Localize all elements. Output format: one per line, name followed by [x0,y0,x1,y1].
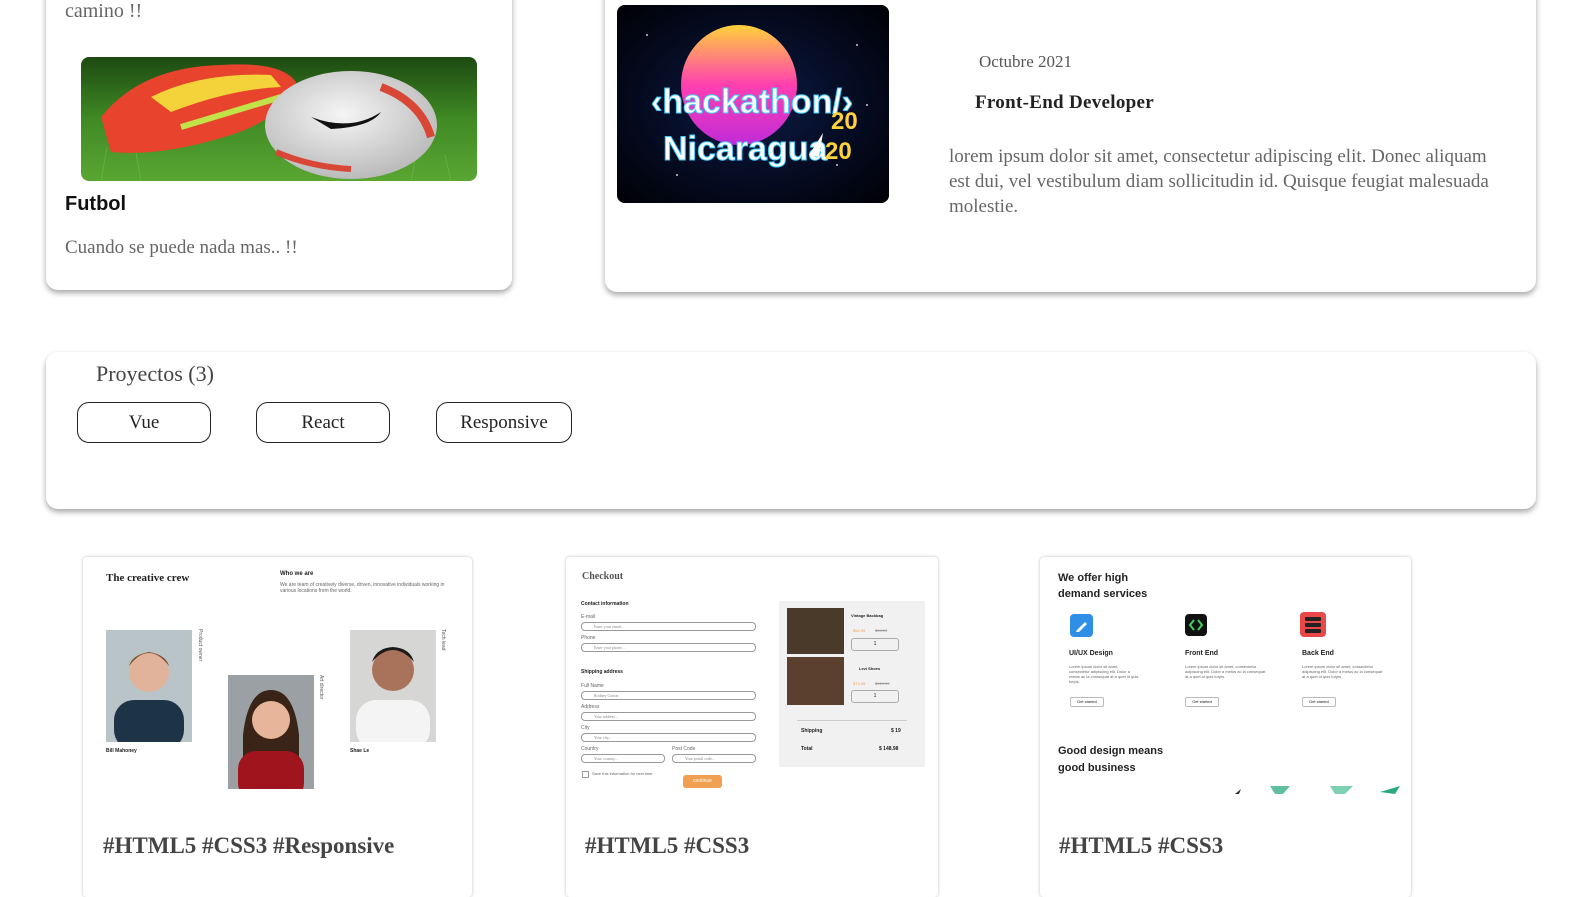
experience-date: Octubre 2021 [979,52,1073,71]
experience-description: lorem ipsum dolor sit amet, consectetur … [949,146,1489,217]
filter-react-button[interactable]: React [256,402,390,443]
country-label: Country [581,746,599,752]
pencil-icon [1070,614,1093,637]
contact-label: Contact information [581,601,629,607]
item-2-qty[interactable]: 1 [851,690,899,703]
crew-photo-1 [106,630,192,742]
service-3-text: Lorem ipsum dolor sit amet, consectetur … [1302,664,1383,679]
backbag-image [787,608,844,654]
experience-card: ‹hackathon/› Nicaragua 20 20 Octubre 202… [605,0,1536,292]
service-1-name: UI/UX Design [1069,650,1113,657]
item-2-price: $74.99 [853,681,866,686]
football-image [81,57,477,181]
checkout-heading: Checkout [582,571,624,582]
crew-photo-3 [350,630,436,742]
project-tags: #HTML5 #CSS3 [585,833,750,858]
services-footer-line2: good business [1058,762,1136,774]
crew-heading: The creative crew [106,572,190,584]
crew-role-1: Product owner [197,629,203,662]
crew-photo-2 [228,675,314,789]
crew-subheading: Who we are [280,571,314,577]
filter-responsive-button[interactable]: Responsive [436,402,572,443]
crew-name-3: Shae Le [350,748,370,754]
continue-button[interactable]: continue [683,775,722,788]
crew-name-1: Bill Mahoney [106,748,137,754]
item-2-old-price: $124.99 [875,681,890,686]
shipping-text: Shipping [801,728,823,734]
summary-divider [797,720,907,721]
project-tags: #HTML5 #CSS3 #Responsive [103,833,395,858]
hackathon-year-top: 20 [831,108,858,135]
postcode-field[interactable]: Your postal code... [672,754,756,763]
hobby-previous-text: camino !! [65,0,143,22]
service-3-button[interactable]: Get started [1302,697,1336,707]
crew-role-2: Art director [318,675,324,700]
service-1-button[interactable]: Get started [1070,697,1104,707]
services-heading-line2: demand services [1058,588,1148,600]
hackathon-image: ‹hackathon/› Nicaragua 20 20 [617,5,889,203]
cart-summary: Vintage Backbag $54.99 $94.99 1 Levi Sho… [779,601,925,767]
hobby-description: Cuando se puede nada mas.. !! [65,237,298,258]
address-label: Address [581,704,600,710]
project-thumbnail-crew[interactable]: The creative crew Who we are We are team… [83,557,472,897]
phone-field[interactable]: Enter your phone... [581,643,756,652]
hobby-card: camino !! Futbol Cuando se puede nada ma… [46,0,512,290]
server-icon [1300,612,1326,637]
service-3-name: Back End [1302,650,1334,657]
filter-vue-button[interactable]: Vue [77,402,211,443]
total-text: Total [801,746,813,752]
email-field[interactable]: Enter your email... [581,622,756,631]
services-heading-line1: We offer high [1058,572,1129,584]
fullname-field[interactable]: Rodney Cotton [581,691,756,700]
country-select[interactable]: Your country... [581,754,665,763]
hackathon-line2: Nicaragua [663,130,828,168]
item-1-name: Vintage Backbag [851,613,884,618]
hackathon-line1: ‹hackathon/› [651,83,853,121]
postcode-label: Post Code [672,746,696,752]
service-2-name: Front End [1185,650,1219,657]
email-label: E-mail [581,614,596,620]
project-thumbnail-services[interactable]: We offer high demand services UI/UX Desi… [1040,557,1411,897]
project-thumbnail-checkout[interactable]: Checkout Contact information E-mail Ente… [566,557,938,897]
item-1-price: $54.99 [853,628,866,633]
projects-title: Proyectos (3) [96,361,214,386]
shoes-image [787,657,844,705]
save-info-checkbox[interactable] [582,771,589,778]
item-1-old-price: $94.99 [875,628,888,633]
crew-subtext: We are team of creatively diverse, drive… [280,582,445,594]
fullname-label: Full Name [581,683,604,689]
city-label: City [581,725,590,731]
code-icon [1185,614,1207,636]
city-field[interactable]: Your city... [581,733,756,742]
hackathon-year-bottom: 20 [825,138,852,165]
service-1-text: Lorem ipsum dolor sit amet, consectetur … [1069,664,1139,684]
shipping-value: $ 19 [891,728,901,734]
service-2-button[interactable]: Get started [1185,697,1219,707]
service-2-text: Lorem ipsum dolor sit amet, consectetur … [1185,664,1266,679]
total-value: $ 148.98 [879,746,899,752]
address-field[interactable]: Your address... [581,712,756,721]
projects-card: Proyectos (3) Vue React Responsive [46,352,1536,509]
decorative-shapes [1235,783,1400,794]
item-2-name: Levi Shoes [859,666,881,671]
shipping-label: Shipping address [581,669,623,675]
experience-role: Front-End Developer [975,92,1154,113]
project-tags: #HTML5 #CSS3 [1059,833,1224,858]
phone-label: Phone [581,635,596,641]
save-info-label: Save this information for next time [592,771,653,776]
hobby-title: Futbol [65,193,127,215]
services-footer-line1: Good design means [1058,745,1164,757]
crew-role-3: Tech lead [440,629,446,651]
item-1-qty[interactable]: 1 [851,638,899,651]
